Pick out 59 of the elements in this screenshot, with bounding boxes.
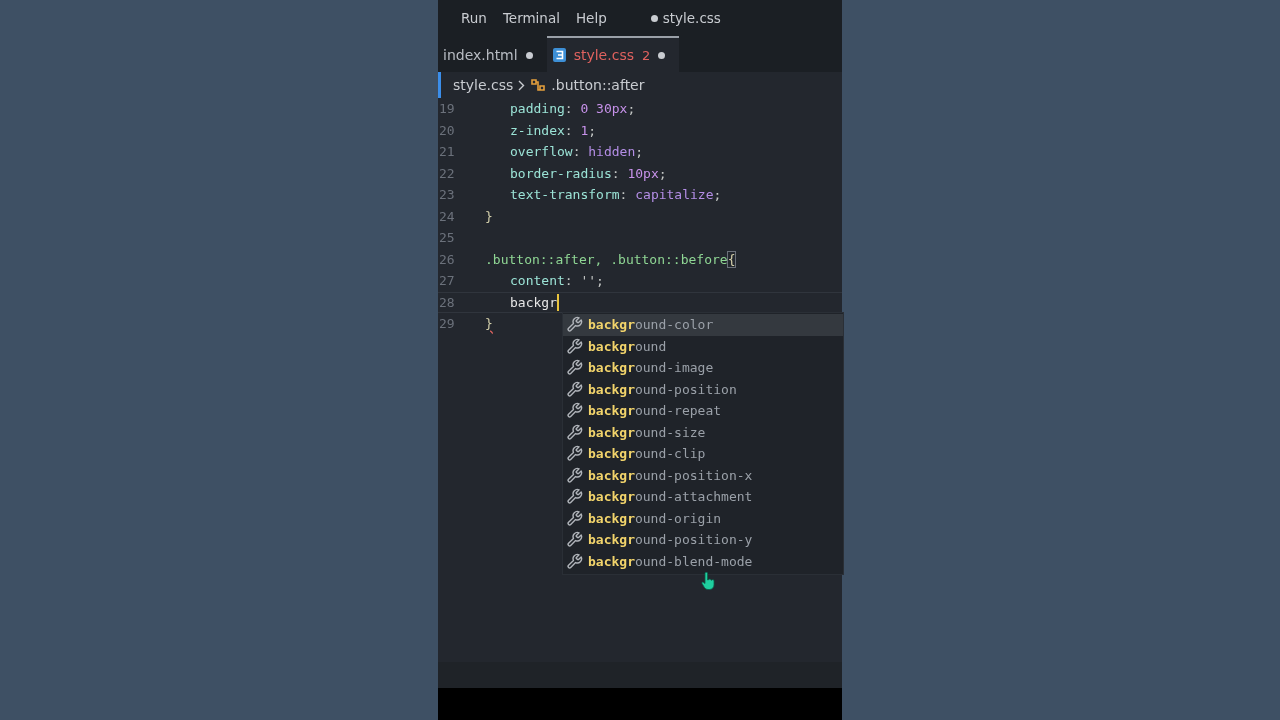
suggestion-item[interactable]: background-position [563,378,843,400]
wrench-icon [566,488,583,506]
code-line: .button::after, .button::before{ [484,251,736,267]
wrench-icon [566,445,583,463]
menu-item[interactable]: Terminal [502,10,560,26]
file-tab[interactable]: style.css 2 [546,36,680,72]
css-file-icon [552,48,566,62]
suggestion-item[interactable]: background [563,335,843,357]
line-number: 23 [438,187,456,203]
line-number: 21 [438,144,456,160]
suggestion-item[interactable]: background-image [563,357,843,379]
window-title: style.css [662,10,721,26]
line-number: 22 [438,165,456,181]
suggestion-item[interactable]: background-position-x [563,464,843,486]
breadcrumb-item[interactable]: .button::after [551,77,645,93]
line-number: 19 [438,101,456,117]
wrench-icon [566,337,583,355]
wrench-icon [566,552,583,570]
wrench-icon [566,380,583,398]
wrench-icon [566,466,583,484]
line-number: 27 [438,273,456,289]
line-number: 28 [438,294,456,310]
chevron-right-icon [518,79,526,91]
line-number: 25 [438,230,456,246]
line-number: 20 [438,122,456,138]
wrench-icon [566,531,583,549]
suggestion-item[interactable]: background-clip [563,443,843,465]
wrench-icon [566,402,583,420]
code-line: text-transform: capitalize; [509,187,722,203]
line-number: 26 [438,251,456,267]
code-line: } [484,208,493,224]
code-line: overflow: hidden; [509,144,644,160]
wrench-icon [566,316,583,334]
menu-item[interactable]: Help [575,10,607,26]
menu-item[interactable]: Run [461,10,487,26]
code-line: content: ''; [509,273,604,289]
code-line: } [484,316,493,332]
suggestion-item[interactable]: background-repeat [563,400,843,422]
breadcrumb-item[interactable]: style.css [453,77,514,93]
wrench-icon [566,359,583,377]
pointer-hand-icon [701,572,715,590]
code-line: border-radius: 10px; [509,165,667,181]
wrench-icon [566,423,583,441]
suggestion-item[interactable]: background-attachment [563,486,843,508]
suggestion-item[interactable]: background-size [563,421,843,443]
line-number: 29 [438,316,456,332]
suggestion-item[interactable]: background-origin [563,507,843,529]
suggestion-item[interactable]: background-color [563,314,843,336]
tab-label: index.html [443,47,518,63]
suggestion-item[interactable]: background-position-y [563,529,843,551]
code-line: padding: 0 30px; [509,101,636,117]
wrench-icon [566,509,583,527]
problem-count: 2 [641,47,651,63]
tab-label: style.css [573,47,634,63]
line-number: 24 [438,208,456,224]
brackets-icon [530,78,547,92]
code-line: z-index: 1; [509,122,597,138]
code-line: backgr [509,293,559,311]
suggestion-item[interactable]: background-blend-mode [563,550,843,572]
